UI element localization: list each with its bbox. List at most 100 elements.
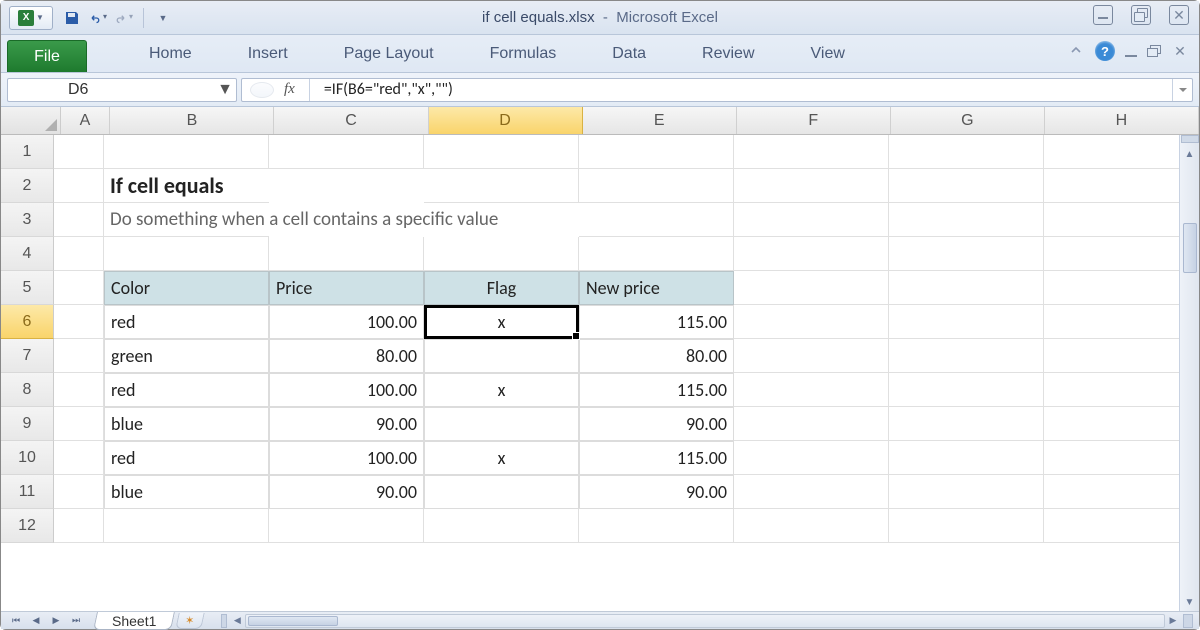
prev-sheet-button[interactable]: ◀ [27,613,45,629]
row-header[interactable]: 10 [1,441,54,475]
next-sheet-button[interactable]: ▶ [47,613,65,629]
cell[interactable]: 90.00 [269,475,424,509]
split-handle[interactable] [1183,614,1193,628]
cell[interactable]: 100.00 [269,373,424,407]
cell[interactable]: red [104,373,269,407]
split-handle[interactable] [1181,135,1199,143]
table-header-flag[interactable]: Flag [424,271,579,305]
ribbon-tab-review[interactable]: Review [680,45,776,63]
expand-formula-bar-button[interactable] [1172,79,1192,101]
new-sheet-button[interactable]: ✶ [176,613,205,629]
name-box[interactable]: D6 ▼ [7,78,237,102]
scroll-up-button[interactable]: ▲ [1181,145,1199,163]
cell[interactable]: x [424,373,579,407]
cell[interactable]: 80.00 [269,339,424,373]
row-header[interactable]: 5 [1,271,54,305]
column-header-d[interactable]: D [429,107,583,134]
cell[interactable]: red [104,441,269,475]
application-name: Microsoft Excel [616,9,718,26]
cell[interactable]: 90.00 [269,407,424,441]
cell-selected[interactable]: x [424,305,579,339]
cell[interactable]: 100.00 [269,441,424,475]
column-header-g[interactable]: G [891,107,1045,134]
cell[interactable]: green [104,339,269,373]
scroll-right-button[interactable]: ▶ [1165,614,1181,628]
cell[interactable]: x [424,441,579,475]
last-sheet-button[interactable]: ⏭ [67,613,85,629]
cell[interactable]: 115.00 [579,305,734,339]
row-header[interactable]: 4 [1,237,54,271]
cell[interactable]: 80.00 [579,339,734,373]
redo-button[interactable] [115,9,133,27]
undo-button[interactable] [89,9,107,27]
cell[interactable]: 115.00 [579,373,734,407]
cell[interactable]: blue [104,475,269,509]
workbook-restore-button[interactable] [1147,45,1161,57]
row-header[interactable]: 9 [1,407,54,441]
ribbon-tab-data[interactable]: Data [590,45,668,63]
vertical-scrollbar[interactable]: ▲ ▼ [1179,135,1199,611]
cell[interactable] [424,475,579,509]
minimize-ribbon-button[interactable] [1067,44,1085,59]
column-header-e[interactable]: E [583,107,737,134]
file-tab[interactable]: File [7,40,87,72]
column-header-c[interactable]: C [274,107,428,134]
row-header[interactable]: 2 [1,169,54,203]
column-header-b[interactable]: B [110,107,274,134]
cell[interactable]: 90.00 [579,475,734,509]
scroll-thumb[interactable] [1183,223,1197,273]
row-header[interactable]: 12 [1,509,54,543]
split-handle[interactable] [221,614,227,628]
restore-button[interactable] [1131,5,1151,25]
scroll-track[interactable] [245,614,1165,628]
row-header[interactable]: 6 [1,305,54,339]
save-button[interactable] [63,9,81,27]
worksheet-subtitle[interactable]: Do something when a cell contains a spec… [104,203,269,237]
cell[interactable]: red [104,305,269,339]
cell[interactable]: 115.00 [579,441,734,475]
cell[interactable]: 100.00 [269,305,424,339]
sheet-tab-active[interactable]: Sheet1 [93,612,175,630]
minimize-button[interactable] [1093,5,1113,25]
ribbon-tab-page-layout[interactable]: Page Layout [322,45,456,63]
cell[interactable]: 90.00 [579,407,734,441]
ribbon-tab-insert[interactable]: Insert [226,45,310,63]
app-menu-button[interactable]: X ▼ [9,6,53,30]
row-header[interactable]: 3 [1,203,54,237]
table-header-price[interactable]: Price [269,271,424,305]
cancel-formula-button[interactable] [250,82,274,98]
table-header-color[interactable]: Color [104,271,269,305]
cell[interactable] [424,339,579,373]
first-sheet-button[interactable]: ⏮ [7,613,25,629]
scroll-left-button[interactable]: ◀ [229,614,245,628]
close-button[interactable]: ✕ [1169,5,1189,25]
scroll-thumb[interactable] [248,616,338,626]
help-button[interactable]: ? [1095,41,1115,61]
cell[interactable] [424,407,579,441]
customize-qat-button[interactable]: ▼ [154,9,172,27]
column-header-a[interactable]: A [61,107,111,134]
table-header-newprice[interactable]: New price [579,271,734,305]
ribbon-tab-home[interactable]: Home [127,45,214,63]
scroll-down-button[interactable]: ▼ [1181,593,1199,611]
formula-input[interactable]: =IF(B6="red","x","") [316,80,1172,99]
row-header[interactable]: 11 [1,475,54,509]
row-header[interactable]: 1 [1,135,54,169]
horizontal-scrollbar[interactable]: ◀ ▶ [221,614,1199,628]
ribbon-tab-view[interactable]: View [789,45,867,63]
quick-access-toolbar: ▼ [63,8,172,28]
name-box-dropdown[interactable]: ▼ [218,83,232,97]
column-header-h[interactable]: H [1045,107,1199,134]
select-all-button[interactable] [1,107,61,134]
ribbon-tab-list: Home Insert Page Layout Formulas Data Re… [127,35,867,72]
row-header[interactable]: 8 [1,373,54,407]
insert-function-button[interactable]: fx [284,81,295,98]
cell[interactable]: blue [104,407,269,441]
ribbon-tab-formulas[interactable]: Formulas [468,45,579,63]
cell-area[interactable]: If cell equals Do something when a cell … [54,135,1199,611]
worksheet-title[interactable]: If cell equals [104,169,269,203]
row-header[interactable]: 7 [1,339,54,373]
column-header-f[interactable]: F [737,107,891,134]
workbook-close-button[interactable]: ✕ [1171,43,1189,60]
workbook-minimize-button[interactable] [1125,55,1137,57]
